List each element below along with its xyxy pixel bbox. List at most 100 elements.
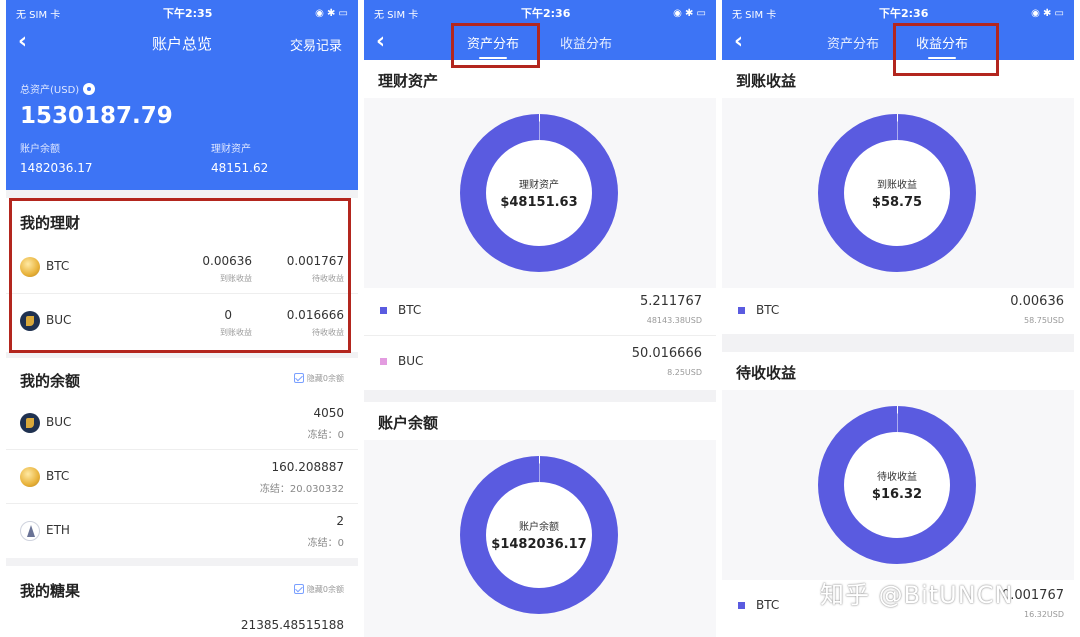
my-candy-section: 我的糖果 隐藏0余额 21385.48515188 xyxy=(6,566,358,637)
pending-income: 0.001767 xyxy=(286,254,344,268)
finance-donut-chart: 理财资产 $48151.63 xyxy=(460,114,618,272)
header: 无 SIM 卡 下午2:36 ◉ ✱ ▭ ‹ 资产分布 收益分布 xyxy=(364,0,716,60)
donut-center: 到账收益 $58.75 xyxy=(844,140,950,246)
legend-coin: BUC xyxy=(398,354,424,368)
status-bar: 无 SIM 卡 下午2:36 ◉ ✱ ▭ xyxy=(722,0,1074,26)
tab-asset-distribution[interactable]: 资产分布 xyxy=(467,33,519,59)
legend-row-btc: BTC 0.00636 58.75USD xyxy=(722,286,1074,334)
tab-asset-distribution[interactable]: 资产分布 xyxy=(827,33,879,52)
frozen-amount: 冻结：0 xyxy=(307,538,344,549)
tab-income-distribution[interactable]: 收益分布 xyxy=(560,33,612,52)
section-title: 待收收益 xyxy=(736,364,797,382)
legend-coin: BTC xyxy=(756,303,780,317)
back-icon[interactable]: ‹ xyxy=(376,29,385,55)
received-income-section: 到账收益 到账收益 $58.75 BTC 0.00636 58.75USD xyxy=(722,60,1074,334)
legend-swatch xyxy=(738,602,745,609)
legend-coin: BTC xyxy=(756,598,780,612)
donut-label: 到账收益 xyxy=(877,180,917,191)
eth-coin-icon xyxy=(20,521,40,541)
legend-usd: 58.75USD xyxy=(1024,316,1064,325)
legend-amount: 5.211767 xyxy=(639,294,702,309)
buc-coin-icon xyxy=(20,413,40,433)
buc-coin-icon xyxy=(20,311,40,331)
donut-center: 待收收益 $16.32 xyxy=(844,432,950,538)
received-donut-area: 到账收益 $58.75 xyxy=(722,98,1074,288)
balance-donut-area: 账户余额 $1482036.17 xyxy=(364,440,716,637)
section-title: 到账收益 xyxy=(736,72,797,90)
battery-icon: ◉ ✱ ▭ xyxy=(315,7,348,19)
clock: 下午2:35 xyxy=(163,7,213,20)
legend-usd: 16.32USD xyxy=(1024,610,1064,619)
finance-row-btc[interactable]: BTC 0.00636 到账收益 0.001767 待收收益 xyxy=(6,240,358,294)
balance-donut-chart: 账户余额 $1482036.17 xyxy=(460,456,618,614)
transaction-records-link[interactable]: 交易记录 xyxy=(290,35,342,54)
donut-value: $16.32 xyxy=(871,487,923,502)
balance-row-eth[interactable]: ETH 2 冻结：0 xyxy=(6,504,358,558)
balance-row-buc[interactable]: BUC 4050 冻结：0 xyxy=(6,396,358,450)
pending-income-label: 待收收益 xyxy=(312,274,344,283)
checkbox-icon xyxy=(293,584,304,594)
received-income: 0 xyxy=(224,308,232,322)
pending-income-label: 待收收益 xyxy=(312,328,344,337)
header: 无 SIM 卡 下午2:35 ◉ ✱ ▭ ‹ 账户总览 交易记录 总资产(USD… xyxy=(6,0,358,190)
eye-icon[interactable] xyxy=(83,83,96,95)
my-finance-title: 我的理财 xyxy=(20,214,81,232)
coin-name: BUC xyxy=(46,313,72,327)
legend-row-btc: BTC 5.211767 48143.38USD xyxy=(364,286,716,336)
donut-label: 账户余额 xyxy=(519,522,559,533)
donut-value: $48151.63 xyxy=(500,195,578,210)
watermark: 知乎 @BitUNCN xyxy=(820,581,1014,609)
btc-coin-icon xyxy=(20,467,40,487)
hide-zero-toggle[interactable]: 隐藏0余额 xyxy=(293,584,344,595)
received-income-label: 到账收益 xyxy=(220,328,252,337)
balance-label: 账户余额 xyxy=(20,144,60,155)
my-balance-title: 我的余额 xyxy=(20,372,81,390)
back-icon[interactable]: ‹ xyxy=(734,29,743,55)
frozen-amount: 冻结：20.030332 xyxy=(259,484,344,495)
coin-name: BTC xyxy=(46,259,70,273)
finance-assets-label: 理财资产 xyxy=(211,144,251,155)
asset-distribution-screen: 无 SIM 卡 下午2:36 ◉ ✱ ▭ ‹ 资产分布 收益分布 理财资产 理财… xyxy=(364,0,716,637)
coin-name: ETH xyxy=(46,523,70,537)
finance-assets-section: 理财资产 理财资产 $48151.63 BTC 5.211767 48143.3… xyxy=(364,60,716,390)
total-assets-label: 总资产(USD) xyxy=(20,85,80,96)
asset-summary: 总资产(USD) 1530187.79 账户余额 1482036.17 理财资产… xyxy=(6,60,358,190)
my-balance-section: 我的余额 隐藏0余额 BUC 4050 冻结：0 BTC 160.208887 … xyxy=(6,358,358,558)
donut-label: 待收收益 xyxy=(877,472,917,483)
navbar: ‹ 账户总览 交易记录 xyxy=(6,26,358,60)
tab-income-distribution[interactable]: 收益分布 xyxy=(916,33,968,59)
legend-amount: 50.016666 xyxy=(631,346,702,361)
donut-center: 账户余额 $1482036.17 xyxy=(486,482,592,588)
received-donut-chart: 到账收益 $58.75 xyxy=(818,114,976,272)
donut-value: $58.75 xyxy=(871,195,923,210)
hide-zero-toggle[interactable]: 隐藏0余额 xyxy=(293,373,344,384)
donut-center: 理财资产 $48151.63 xyxy=(486,140,592,246)
status-bar: 无 SIM 卡 下午2:36 ◉ ✱ ▭ xyxy=(364,0,716,26)
frozen-amount: 冻结：0 xyxy=(307,430,344,441)
clock: 下午2:36 xyxy=(521,7,571,20)
balance-amount: 4050 xyxy=(313,406,344,420)
finance-row-buc[interactable]: BUC 0 到账收益 0.016666 待收收益 xyxy=(6,294,358,348)
hide-zero-label: 隐藏0余额 xyxy=(306,585,344,594)
clock: 下午2:36 xyxy=(879,7,929,20)
legend-row-buc: BUC 50.016666 8.25USD xyxy=(364,336,716,388)
legend-amount: 0.00636 xyxy=(1010,294,1064,309)
pending-income: 0.016666 xyxy=(286,308,344,322)
finance-assets-value: 48151.62 xyxy=(211,161,269,175)
account-overview-screen: 无 SIM 卡 下午2:35 ◉ ✱ ▭ ‹ 账户总览 交易记录 总资产(USD… xyxy=(6,0,358,637)
finance-donut-area: 理财资产 $48151.63 xyxy=(364,98,716,288)
section-title: 理财资产 xyxy=(378,72,439,90)
battery-icon: ◉ ✱ ▭ xyxy=(1031,7,1064,19)
total-assets-value: 1530187.79 xyxy=(20,103,173,129)
donut-value: $1482036.17 xyxy=(491,537,587,552)
balance-value: 1482036.17 xyxy=(20,161,93,175)
legend-swatch xyxy=(380,358,387,365)
account-balance-section: 账户余额 账户余额 $1482036.17 xyxy=(364,402,716,637)
hide-zero-label: 隐藏0余额 xyxy=(306,374,344,383)
donut-label: 理财资产 xyxy=(519,180,559,191)
my-candy-title: 我的糖果 xyxy=(20,582,81,600)
legend-swatch xyxy=(738,307,745,314)
coin-name: BUC xyxy=(46,415,72,429)
pending-donut-area: 待收收益 $16.32 xyxy=(722,390,1074,580)
balance-row-btc[interactable]: BTC 160.208887 冻结：20.030332 xyxy=(6,450,358,504)
